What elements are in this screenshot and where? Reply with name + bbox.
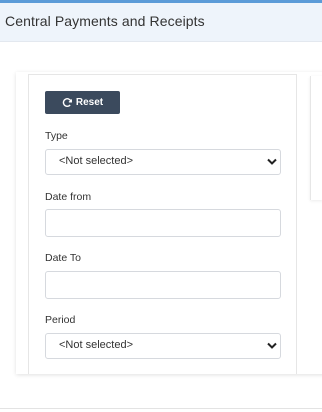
period-label: Period bbox=[45, 314, 76, 326]
chevron-down-icon bbox=[267, 342, 277, 349]
date-from-input[interactable] bbox=[45, 209, 281, 237]
refresh-icon bbox=[62, 98, 72, 107]
divider bbox=[0, 408, 322, 409]
page-header: Central Payments and Receipts bbox=[0, 0, 322, 42]
date-to-input[interactable] bbox=[45, 271, 281, 299]
date-from-label: Date from bbox=[45, 191, 92, 203]
period-select[interactable]: <Not selected> bbox=[45, 333, 281, 359]
chevron-down-icon bbox=[267, 158, 277, 165]
page-title: Central Payments and Receipts bbox=[5, 13, 205, 29]
type-select-value: <Not selected> bbox=[59, 155, 133, 167]
period-select-value: <Not selected> bbox=[59, 339, 133, 351]
reset-button[interactable]: Reset bbox=[45, 91, 120, 114]
type-label: Type bbox=[45, 130, 68, 142]
reset-button-label: Reset bbox=[75, 97, 104, 108]
side-panel-edge bbox=[310, 76, 322, 200]
type-select[interactable]: <Not selected> bbox=[45, 149, 281, 175]
date-to-label: Date To bbox=[45, 252, 81, 264]
